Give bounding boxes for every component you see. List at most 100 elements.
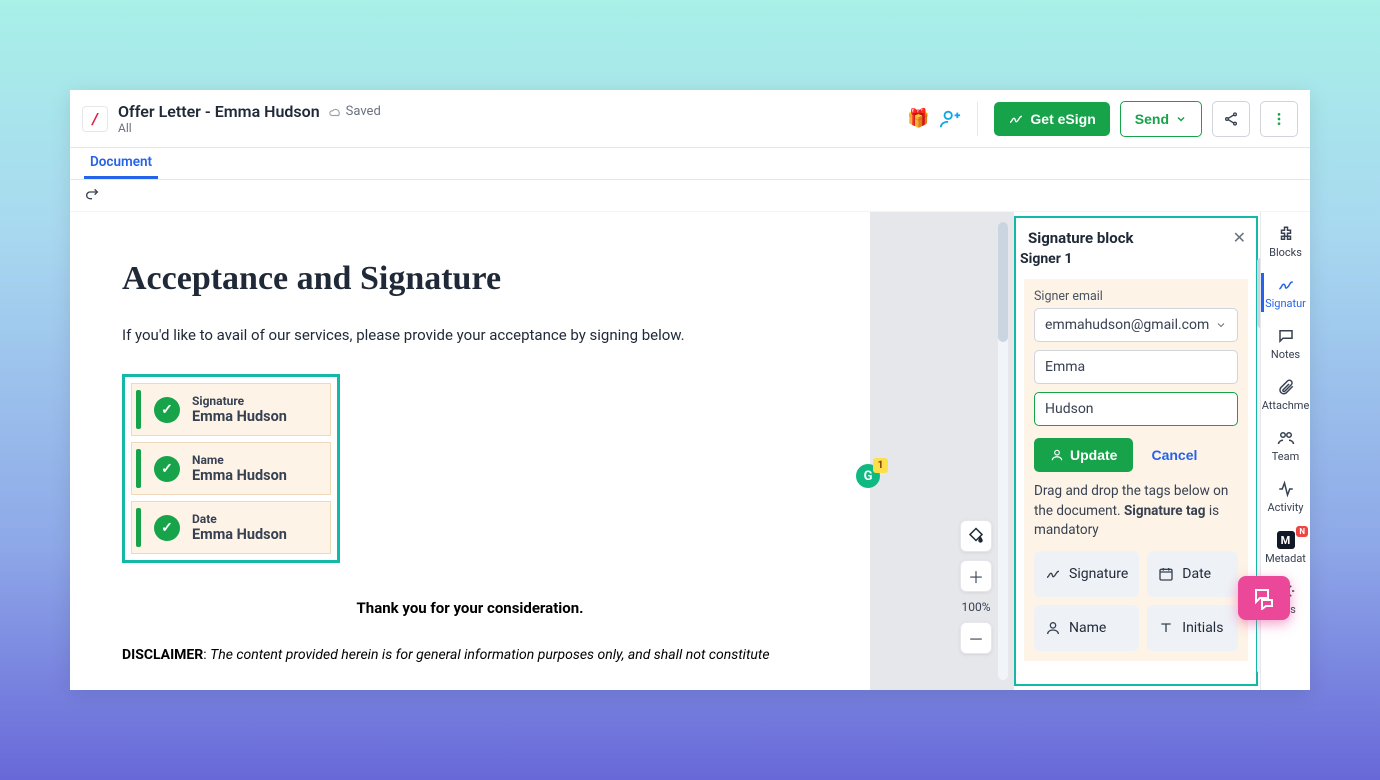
last-name-input[interactable] xyxy=(1034,392,1238,426)
sig-value: Emma Hudson xyxy=(192,526,287,543)
document-page[interactable]: Acceptance and Signature If you'd like t… xyxy=(70,212,870,690)
rail-label: Blocks xyxy=(1269,246,1302,259)
signature-group: ✓ Signature Emma Hudson ✓ Name Emma Huds… xyxy=(122,374,340,563)
get-esign-label: Get eSign xyxy=(1030,111,1095,127)
signature-icon xyxy=(1276,275,1296,295)
page-heading: Acceptance and Signature xyxy=(122,260,818,298)
send-label: Send xyxy=(1135,111,1169,127)
update-button[interactable]: Update xyxy=(1034,438,1133,472)
rail-metadata[interactable]: N M Metadat xyxy=(1261,524,1310,571)
gift-icon[interactable]: 🎁 xyxy=(907,108,929,129)
grammarly-glyph: G xyxy=(864,469,873,484)
canvas-tools: ＋ 100% － xyxy=(960,520,992,654)
hint-text: Drag and drop the tags below on the docu… xyxy=(1034,482,1238,541)
kebab-icon xyxy=(1271,111,1287,127)
signer-email-value: emmahudson@gmail.com xyxy=(1045,317,1209,333)
document-saved-status: Saved xyxy=(328,104,381,119)
app-frame: / Offer Letter - Emma Hudson Saved All 🎁… xyxy=(70,90,1310,690)
toolbar xyxy=(70,180,1310,212)
update-label: Update xyxy=(1070,447,1117,463)
add-user-icon[interactable] xyxy=(939,108,961,130)
sig-label: Signature xyxy=(192,394,287,408)
tag-grid: Signature Date Name Initials xyxy=(1034,551,1238,651)
paperclip-icon xyxy=(1276,377,1296,397)
zoom-in-button[interactable]: ＋ xyxy=(960,560,992,592)
signature-block-panel: Signature block ✕ Signer 1 Signer email … xyxy=(1014,216,1258,686)
divider xyxy=(977,102,978,136)
share-icon xyxy=(1223,111,1239,127)
panel-title: Signature block xyxy=(1028,229,1134,247)
chat-icon xyxy=(1276,326,1296,346)
document-type-icon: / xyxy=(82,106,108,132)
check-circle-icon: ✓ xyxy=(154,515,180,541)
send-button[interactable]: Send xyxy=(1120,101,1202,137)
rail-label: Notes xyxy=(1271,348,1300,361)
check-circle-icon: ✓ xyxy=(154,397,180,423)
zoom-level: 100% xyxy=(961,600,990,614)
document-meta: Offer Letter - Emma Hudson Saved All xyxy=(118,102,897,135)
signature-icon xyxy=(1045,566,1061,582)
tag-signature[interactable]: Signature xyxy=(1034,551,1139,597)
tag-name[interactable]: Name xyxy=(1034,605,1139,651)
tag-name-label: Name xyxy=(1069,620,1106,636)
rail-attachments[interactable]: Attachme xyxy=(1261,371,1310,418)
cancel-button[interactable]: Cancel xyxy=(1151,447,1197,463)
hint-bold: Signature tag xyxy=(1124,503,1206,519)
rail-label: Signatur xyxy=(1265,297,1306,310)
tag-date-label: Date xyxy=(1182,566,1211,582)
zoom-out-button[interactable]: － xyxy=(960,622,992,654)
rail-activity[interactable]: Activity xyxy=(1261,473,1310,520)
person-icon xyxy=(1050,448,1064,462)
chat-fab[interactable] xyxy=(1238,576,1290,620)
sig-label: Name xyxy=(192,453,287,467)
accent-bar xyxy=(136,390,141,429)
rail-label: Metadat xyxy=(1265,552,1306,565)
calendar-icon xyxy=(1158,566,1174,582)
signer-email-select[interactable]: emmahudson@gmail.com xyxy=(1034,308,1238,342)
main: Acceptance and Signature If you'd like t… xyxy=(70,212,1310,690)
rail-signatures[interactable]: Signatur xyxy=(1261,269,1310,316)
activity-icon xyxy=(1276,479,1296,499)
metadata-icon: M xyxy=(1276,530,1296,550)
sig-label: Date xyxy=(192,512,287,526)
canvas: Acceptance and Signature If you'd like t… xyxy=(70,212,1014,690)
disclaimer: DISCLAIMER: The content provided herein … xyxy=(122,647,818,663)
chat-bubbles-icon xyxy=(1252,586,1276,610)
signature-field-date[interactable]: ✓ Date Emma Hudson xyxy=(131,501,331,554)
tab-row: Document xyxy=(70,148,1310,180)
fill-tool[interactable] xyxy=(960,520,992,552)
check-circle-icon: ✓ xyxy=(154,456,180,482)
thankyou-text: Thank you for your consideration. xyxy=(122,599,818,617)
chevron-down-icon xyxy=(1215,319,1227,331)
tab-document[interactable]: Document xyxy=(84,148,158,179)
tag-signature-label: Signature xyxy=(1069,566,1128,582)
tag-initials[interactable]: Initials xyxy=(1147,605,1238,651)
rail-label: Activity xyxy=(1267,501,1303,514)
signature-field-name[interactable]: ✓ Name Emma Hudson xyxy=(131,442,331,495)
person-icon xyxy=(1045,620,1061,636)
close-icon[interactable]: ✕ xyxy=(1233,228,1246,247)
more-menu-button[interactable] xyxy=(1260,101,1298,137)
share-button[interactable] xyxy=(1212,101,1250,137)
new-badge: N xyxy=(1296,526,1308,537)
signer-heading: Signer 1 xyxy=(1020,251,1256,267)
grammarly-count: 1 xyxy=(873,458,888,473)
signature-field-signature[interactable]: ✓ Signature Emma Hudson xyxy=(131,383,331,436)
signer-box: Signer email emmahudson@gmail.com Update… xyxy=(1024,279,1248,661)
rail-team[interactable]: Team xyxy=(1261,422,1310,469)
first-name-input[interactable] xyxy=(1034,350,1238,384)
rail-blocks[interactable]: Blocks xyxy=(1261,218,1310,265)
redo-icon[interactable] xyxy=(84,186,100,206)
tag-date[interactable]: Date xyxy=(1147,551,1238,597)
puzzle-icon xyxy=(1276,224,1296,244)
canvas-scrollbar-thumb[interactable] xyxy=(998,222,1008,342)
grammarly-badge[interactable]: G 1 xyxy=(856,464,880,488)
rail-label: Team xyxy=(1272,450,1300,463)
get-esign-button[interactable]: Get eSign xyxy=(994,102,1109,136)
sig-value: Emma Hudson xyxy=(192,408,287,425)
accent-bar xyxy=(136,508,141,547)
signature-icon xyxy=(1008,111,1024,127)
team-icon xyxy=(1276,428,1296,448)
sig-value: Emma Hudson xyxy=(192,467,287,484)
rail-notes[interactable]: Notes xyxy=(1261,320,1310,367)
